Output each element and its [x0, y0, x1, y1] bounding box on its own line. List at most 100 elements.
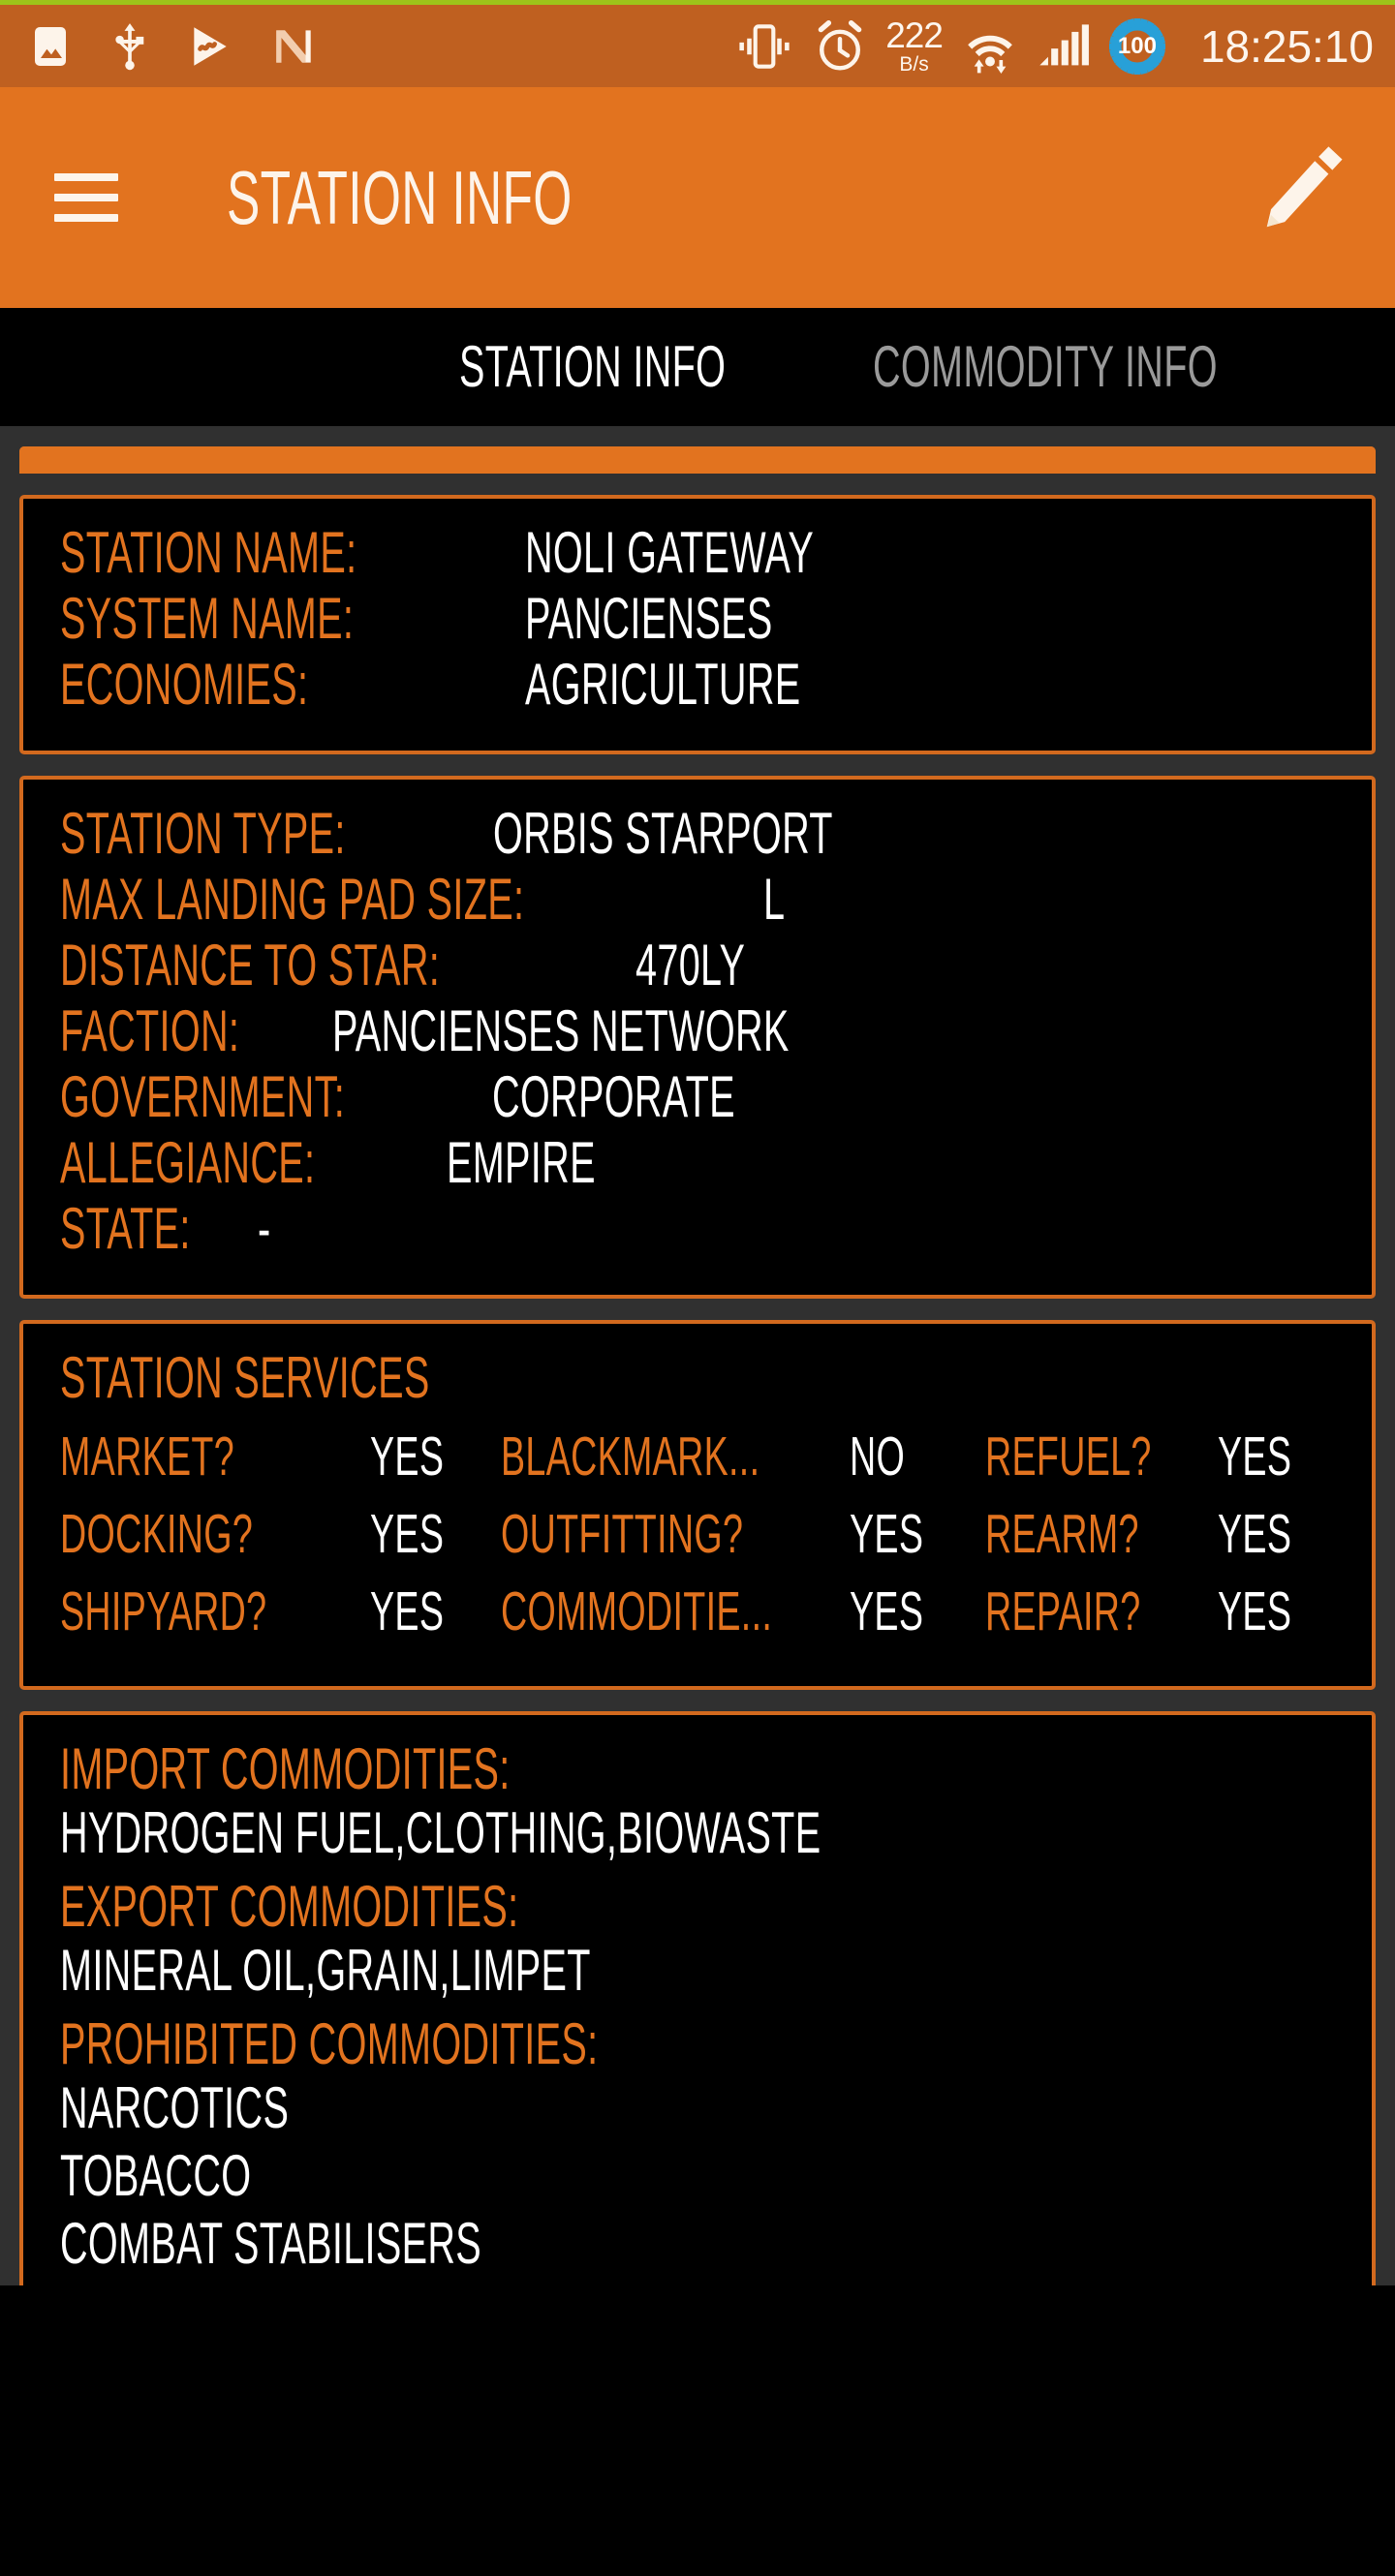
import-commodities-label-text: IMPORT COMMODITIES: [60, 1736, 511, 1801]
service-docking-label-box: DOCKING? [60, 1502, 370, 1566]
distance-to-star-row: DISTANCE TO STAR: 470LY [60, 936, 1335, 995]
prohibited-item: NARCOTICS [60, 2079, 1335, 2137]
service-shipyard-value: YES [370, 1580, 445, 1642]
service-outfitting-value-box: YES [850, 1502, 962, 1566]
economies-row: ECONOMIES: AGRICULTURE [60, 656, 1335, 714]
tab-station-info[interactable]: STATION INFO [459, 338, 863, 396]
max-landing-pad-row: MAX LANDING PAD SIZE: L [60, 871, 1335, 929]
signal-icon [1036, 19, 1090, 74]
service-repair-label: REPAIR? [985, 1580, 1141, 1642]
service-rearm-value: YES [1218, 1503, 1292, 1565]
prohibited-commodities-label: PROHIBITED COMMODITIES: [60, 2015, 1335, 2073]
service-blackmarket-label-box: BLACKMARK... [501, 1425, 850, 1488]
station-identity-card: STATION NAME: NOLI GATEWAY SYSTEM NAME: … [19, 495, 1376, 754]
prohibited-item-text: SLAVES [60, 2283, 208, 2286]
image-icon [27, 23, 74, 70]
economies-value: AGRICULTURE [525, 652, 801, 717]
prohibited-item-text: NARCOTICS [60, 2075, 290, 2140]
station-services-title: STATION SERVICES [60, 1349, 1335, 1407]
prohibited-commodities-label-text: PROHIBITED COMMODITIES: [60, 2011, 599, 2076]
service-docking-label: DOCKING? [60, 1503, 254, 1565]
hamburger-bar-3 [54, 214, 118, 222]
faction-value: PANCIENSES NETWORK [331, 998, 790, 1063]
service-blackmarket: BLACKMARK... NO [501, 1425, 985, 1488]
service-docking: DOCKING? YES [60, 1502, 501, 1566]
nougat-icon [269, 22, 318, 71]
government-label: GOVERNMENT: [60, 1064, 346, 1129]
export-commodities-label: EXPORT COMMODITIES: [60, 1878, 1335, 1936]
station-services-title-text: STATION SERVICES [60, 1345, 430, 1410]
service-outfitting-label: OUTFITTING? [501, 1503, 744, 1565]
service-repair-label-box: REPAIR? [985, 1579, 1218, 1643]
system-name-label: SYSTEM NAME: [60, 590, 355, 648]
distance-to-star-value: 470LY [636, 933, 746, 997]
service-rearm-value-box: YES [1218, 1502, 1330, 1566]
battery-percent: 100 [1117, 32, 1157, 59]
system-name-value: PANCIENSES [525, 586, 773, 651]
service-docking-value-box: YES [370, 1502, 482, 1566]
prohibited-item: COMBAT STABILISERS [60, 2215, 1335, 2273]
network-speed: 222 B/s [885, 15, 944, 76]
status-bar-left-icons [27, 21, 318, 72]
service-repair-value: YES [1218, 1580, 1292, 1642]
service-outfitting-label-box: OUTFITTING? [501, 1502, 850, 1566]
service-rearm-label-box: REARM? [985, 1502, 1218, 1566]
vibrate-icon [734, 19, 794, 74]
network-speed-value: 222 [885, 15, 944, 55]
status-bar-right-icons: 222 B/s 100 18:25:10 [734, 16, 1374, 77]
service-refuel-value-box: YES [1218, 1425, 1330, 1488]
state-value: - [258, 1196, 271, 1261]
service-market-label: MARKET? [60, 1426, 235, 1487]
prohibited-item-text: TOBACCO [60, 2143, 252, 2208]
service-commodities-value-box: YES [850, 1579, 962, 1643]
import-commodities-value: HYDROGEN FUEL,CLOTHING,BIOWASTE [60, 1804, 1335, 1862]
bottom-black-area [0, 2285, 1395, 2576]
services-row-1: MARKET? YES BLACKMARK... NO REFUEL? YES [60, 1425, 1335, 1488]
service-refuel-label-box: REFUEL? [985, 1425, 1218, 1488]
station-name-value: NOLI GATEWAY [525, 520, 815, 585]
service-outfitting: OUTFITTING? YES [501, 1502, 985, 1566]
hamburger-bar-2 [54, 194, 118, 201]
station-type-label: STATION TYPE: [60, 801, 346, 866]
system-name-row: SYSTEM NAME: PANCIENSES [60, 590, 1335, 648]
station-type-value: ORBIS STARPORT [492, 801, 833, 866]
station-name-label-box: STATION NAME: [60, 524, 525, 582]
prohibited-item-text: COMBAT STABILISERS [60, 2211, 482, 2276]
max-landing-pad-label: MAX LANDING PAD SIZE: [60, 867, 525, 932]
page-title-text: STATION INFO [227, 155, 573, 240]
hamburger-icon[interactable] [54, 173, 118, 222]
service-shipyard-label-box: SHIPYARD? [60, 1579, 370, 1643]
service-rearm-label: REARM? [985, 1503, 1139, 1565]
government-value: CORPORATE [491, 1064, 735, 1129]
usb-icon [108, 21, 151, 72]
export-commodities-value-text: MINERAL OIL,GRAIN,LIMPET [60, 1938, 591, 2003]
service-repair-value-box: YES [1218, 1579, 1330, 1643]
state-row: STATE: - [60, 1200, 1335, 1258]
content-scroll-area[interactable]: STATION NAME: NOLI GATEWAY SYSTEM NAME: … [0, 426, 1395, 2285]
faction-row: FACTION: PANCIENSES NETWORK [60, 1002, 1335, 1060]
station-name-label: STATION NAME: [60, 524, 357, 582]
commodities-card: IMPORT COMMODITIES: HYDROGEN FUEL,CLOTHI… [19, 1711, 1376, 2285]
tab-commodity-info[interactable]: COMMODITY INFO [873, 338, 1395, 396]
media-play-icon [186, 22, 234, 71]
station-details-card: STATION TYPE: ORBIS STARPORT MAX LANDING … [19, 776, 1376, 1299]
service-refuel-label: REFUEL? [985, 1426, 1152, 1487]
service-market-value-box: YES [370, 1425, 482, 1488]
tab-bar: STATION INFO COMMODITY INFO [0, 308, 1395, 426]
service-commodities-value: YES [850, 1580, 924, 1642]
station-services-card: STATION SERVICES MARKET? YES BLACKMARK..… [19, 1320, 1376, 1690]
service-market-label-box: MARKET? [60, 1425, 370, 1488]
import-commodities-value-text: HYDROGEN FUEL,CLOTHING,BIOWASTE [60, 1800, 822, 1865]
service-shipyard-value-box: YES [370, 1579, 482, 1643]
distance-to-star-label: DISTANCE TO STAR: [60, 933, 441, 997]
service-repair: REPAIR? YES [985, 1579, 1395, 1643]
service-blackmarket-label: BLACKMARK... [501, 1426, 760, 1487]
page-title: STATION INFO [227, 160, 750, 235]
pencil-icon[interactable] [1250, 142, 1343, 254]
service-refuel: REFUEL? YES [985, 1425, 1395, 1488]
service-blackmarket-value: NO [850, 1426, 906, 1487]
allegiance-row: ALLEGIANCE: EMPIRE [60, 1134, 1335, 1192]
service-commodities: COMMODITIE... YES [501, 1579, 985, 1643]
network-speed-unit: B/s [899, 53, 929, 76]
import-commodities-label: IMPORT COMMODITIES: [60, 1740, 1335, 1798]
